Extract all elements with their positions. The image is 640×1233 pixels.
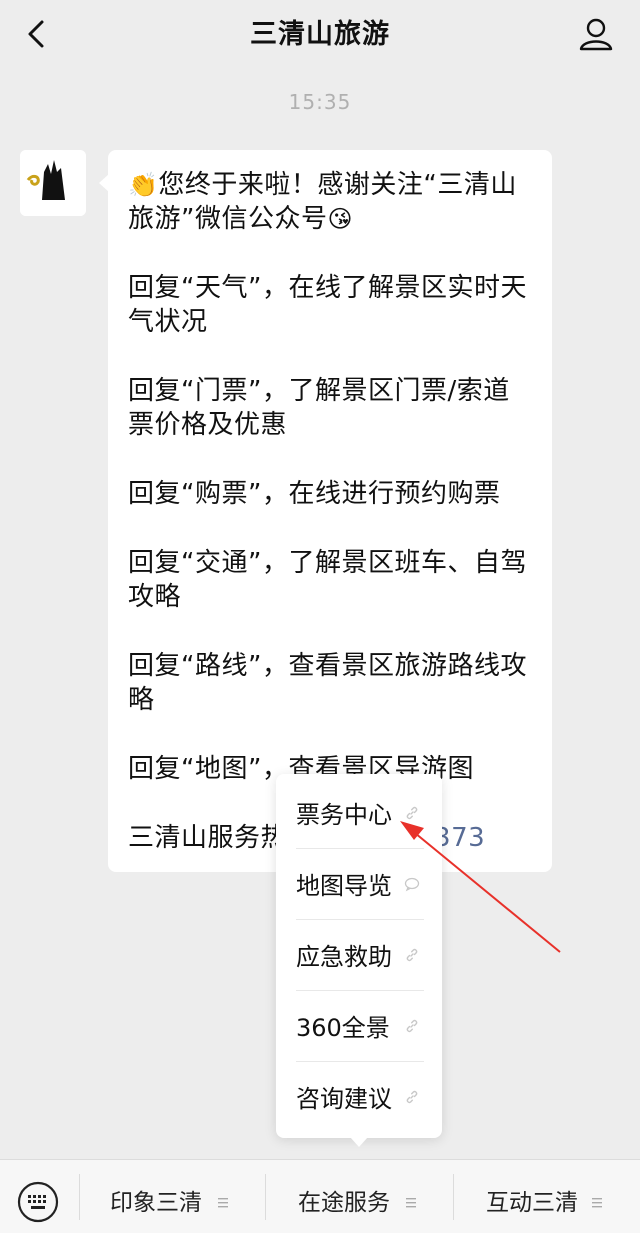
clapping-hands-icon: 👏 [128,171,159,199]
purchase-tip: 回复“购票”，在线进行预约购票 [128,479,501,509]
menu-lines-icon [218,1198,228,1208]
menu-item-emergency-help[interactable]: 应急救助 [296,921,424,991]
menu-lines-icon [592,1198,602,1208]
account-avatar[interactable] [20,150,86,216]
keyboard-icon [17,1181,59,1223]
welcome-line: 👏您终于来啦！感谢关注“三清山旅游”微信公众号😘 [128,170,517,234]
kissing-face-icon: 😘 [327,205,354,233]
tab-interactive-sanqing[interactable]: 互动三清 [486,1160,602,1233]
tab-impression-sanqing[interactable]: 印象三清 [110,1160,228,1233]
person-icon [579,18,613,51]
link-icon [406,1019,418,1033]
bottom-menu-bar: 印象三清 在途服务 互动三清 [0,1159,640,1233]
menu-lines-icon [406,1198,416,1208]
menu-item-consult-advice[interactable]: 咨询建议 [296,1063,424,1133]
message-timestamp: 15:35 [288,90,352,114]
top-nav-bar: 三清山旅游 [0,0,640,72]
link-icon [406,948,418,962]
keyboard-toggle-button[interactable] [16,1180,60,1224]
divider [79,1174,80,1220]
link-icon [406,1090,418,1104]
message-icon [404,877,420,892]
menu-item-ticket-center[interactable]: 票务中心 [296,779,424,849]
menu-item-map-guide[interactable]: 地图导览 [296,850,424,920]
page-title: 三清山旅游 [250,19,390,50]
divider [453,1174,454,1220]
tab-on-road-service[interactable]: 在途服务 [298,1160,416,1233]
weather-tip: 回复“天气”，在线了解景区实时天气状况 [128,273,527,337]
link-icon [406,806,418,820]
service-submenu: 票务中心 地图导览 应急救助 360全景 咨询建议 [276,774,442,1147]
message-bubble: 👏您终于来啦！感谢关注“三清山旅游”微信公众号😘 回复“天气”，在线了解景区实时… [99,150,552,872]
ticket-tip: 回复“门票”，了解景区门票/索道票价格及优惠 [128,376,510,440]
divider [265,1174,266,1220]
profile-button[interactable] [576,14,616,54]
route-tip: 回复“路线”，查看景区旅游路线攻略 [128,651,527,715]
sanqingshan-logo [20,150,86,216]
traffic-tip: 回复“交通”，了解景区班车、自驾攻略 [128,548,527,612]
menu-item-360-panorama[interactable]: 360全景 [296,992,424,1062]
